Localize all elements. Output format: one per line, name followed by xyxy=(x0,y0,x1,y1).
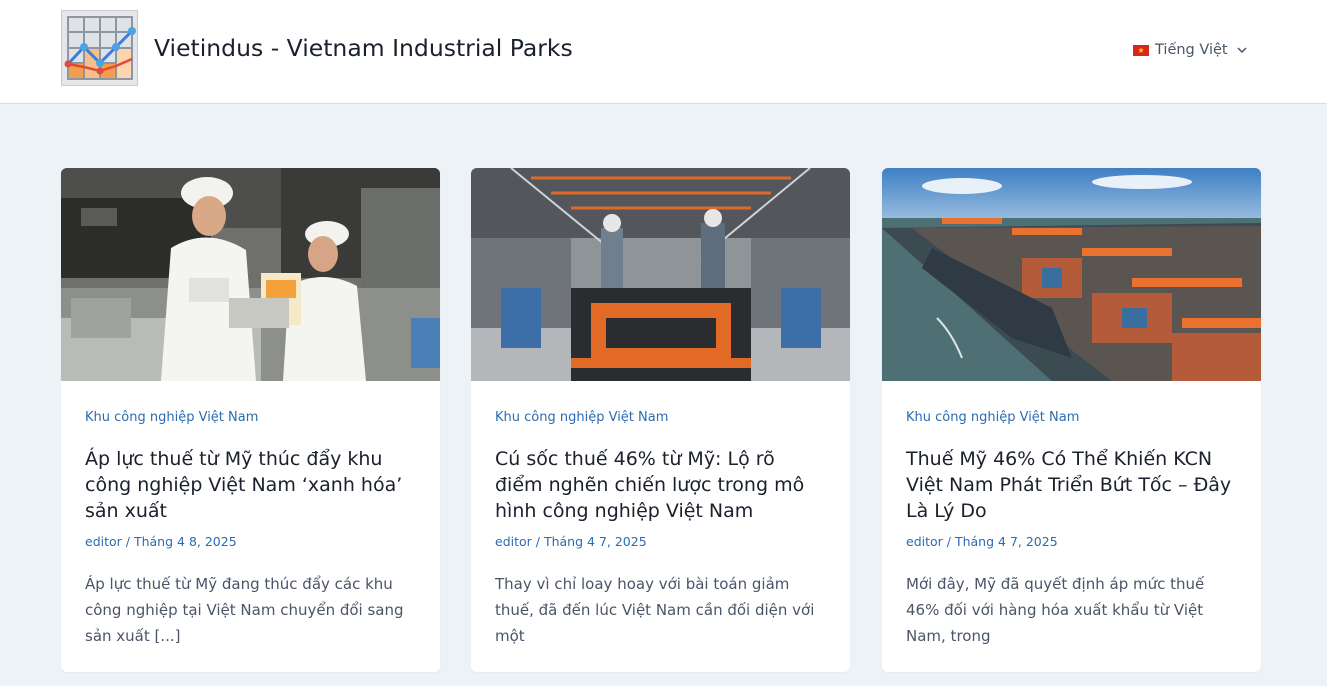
post-date-link[interactable]: Tháng 4 7, 2025 xyxy=(955,534,1058,549)
post-category-link[interactable]: Khu công nghiệp Việt Nam xyxy=(906,409,1239,427)
post-meta: editor / Tháng 4 8, 2025 xyxy=(85,533,418,551)
post-date-link[interactable]: Tháng 4 8, 2025 xyxy=(134,534,237,549)
post-date-link[interactable]: Tháng 4 7, 2025 xyxy=(544,534,647,549)
post-category-link[interactable]: Khu công nghiệp Việt Nam xyxy=(85,409,418,427)
language-switcher[interactable]: Tiếng Việt xyxy=(1133,38,1248,62)
chevron-down-icon xyxy=(1237,47,1247,54)
vietnam-flag-icon xyxy=(1133,44,1149,56)
container-port-aerial-photo[interactable] xyxy=(882,168,1261,381)
post-title-link[interactable]: Cú sốc thuế 46% từ Mỹ: Lộ rõ điểm nghẽn … xyxy=(495,446,828,524)
post-card-body: Khu công nghiệp Việt Nam Thuế Mỹ 46% Có … xyxy=(906,409,1239,649)
post-excerpt: Mới đây, Mỹ đã quyết định áp mức thuế 46… xyxy=(906,575,1205,645)
factory-workers-packaging-photo[interactable] xyxy=(61,168,440,381)
post-card-body: Khu công nghiệp Việt Nam Áp lực thuế từ … xyxy=(85,409,418,649)
meta-separator: / xyxy=(125,534,134,549)
post-title-link[interactable]: Áp lực thuế từ Mỹ thúc đẩy khu công nghi… xyxy=(85,446,418,524)
car-assembly-line-photo[interactable] xyxy=(471,168,850,381)
post-card-body: Khu công nghiệp Việt Nam Cú sốc thuế 46%… xyxy=(495,409,828,649)
post-excerpt: Áp lực thuế từ Mỹ đang thúc đẩy các khu … xyxy=(85,575,404,645)
line-chart-grid-icon xyxy=(62,11,137,85)
post-author-link[interactable]: editor xyxy=(495,534,532,549)
post-card: Khu công nghiệp Việt Nam Thuế Mỹ 46% Có … xyxy=(882,168,1261,672)
site-logo[interactable] xyxy=(61,10,138,86)
post-excerpt: Thay vì chỉ loay hoay với bài toán giảm … xyxy=(495,575,815,645)
post-author-link[interactable]: editor xyxy=(906,534,943,549)
site-header: Vietindus - Vietnam Industrial Parks Tiế… xyxy=(0,0,1327,104)
meta-separator: / xyxy=(946,534,955,549)
post-title-link[interactable]: Thuế Mỹ 46% Có Thể Khiến KCN Việt Nam Ph… xyxy=(906,446,1239,524)
site-title[interactable]: Vietindus - Vietnam Industrial Parks xyxy=(154,34,573,62)
post-meta: editor / Tháng 4 7, 2025 xyxy=(906,533,1239,551)
language-label: Tiếng Việt xyxy=(1155,42,1228,58)
post-card: Khu công nghiệp Việt Nam Áp lực thuế từ … xyxy=(61,168,440,672)
post-card: Khu công nghiệp Việt Nam Cú sốc thuế 46%… xyxy=(471,168,850,672)
meta-separator: / xyxy=(535,534,544,549)
post-meta: editor / Tháng 4 7, 2025 xyxy=(495,533,828,551)
post-category-link[interactable]: Khu công nghiệp Việt Nam xyxy=(495,409,828,427)
post-author-link[interactable]: editor xyxy=(85,534,122,549)
